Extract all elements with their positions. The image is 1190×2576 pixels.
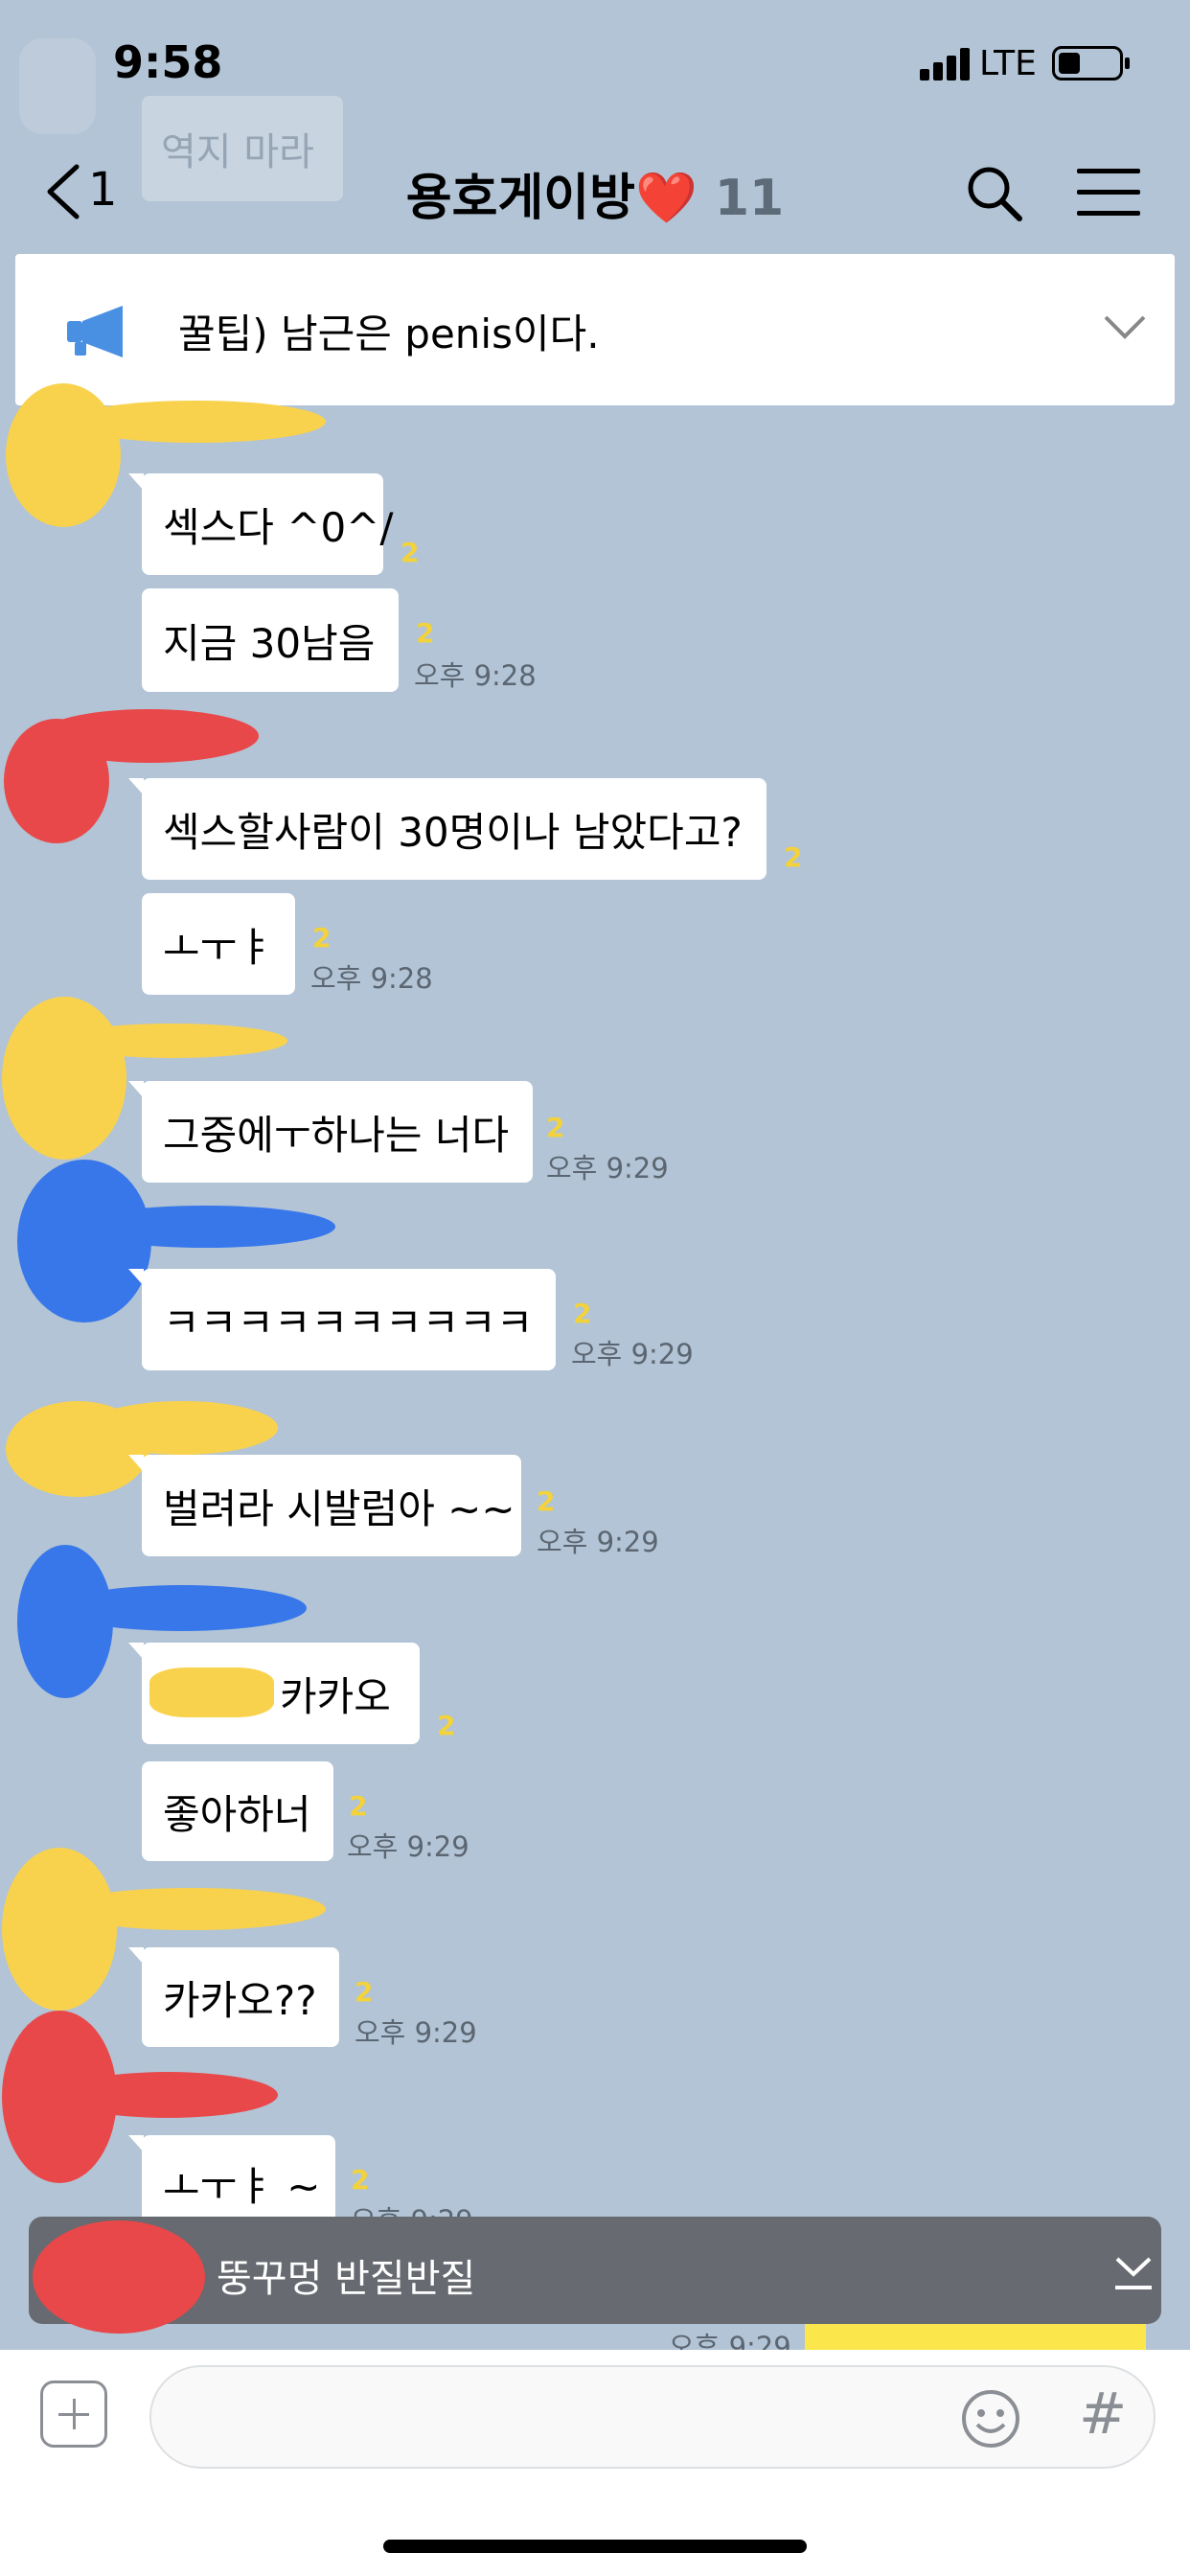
scribbled-text (149, 1668, 274, 1717)
message-bubble[interactable]: 좋아하너 (142, 1761, 333, 1861)
scribbled-avatar (2, 997, 126, 1160)
message-bubble[interactable]: 섹스다 ^0^/ (128, 473, 394, 575)
message-time: 오후 9:28 (310, 962, 433, 995)
unread-count: 2 (355, 1976, 374, 2008)
new-message-toast[interactable]: 뚱꾸멍 반질반질 (29, 2217, 1161, 2334)
unread-count: 2 (416, 617, 435, 649)
scroll-down-icon[interactable] (1111, 2251, 1156, 2293)
toast-text: 뚱꾸멍 반질반질 (217, 2257, 476, 2301)
scribbled-name (86, 1401, 278, 1455)
scribbled-name (57, 1585, 307, 1631)
signal-icon (920, 48, 972, 80)
message-bubble[interactable]: 섹스할사람이 30명이나 남았다고? (128, 778, 767, 880)
member-count: 11 (714, 170, 785, 227)
scribbled-avatar (6, 383, 121, 527)
emoji-icon[interactable] (960, 2388, 1021, 2450)
hamburger-menu-icon[interactable] (1077, 167, 1140, 218)
message-bubble[interactable]: 벌려라 시발럼아 ~~ (128, 1455, 521, 1556)
unread-count: 2 (546, 1112, 565, 1143)
scribbled-name (67, 401, 326, 443)
message-bubble[interactable]: ㅗㅜㅑ (142, 893, 295, 995)
scribbled-name (38, 709, 259, 763)
unread-count: 2 (349, 1790, 368, 1822)
scribbled-avatar (2, 1848, 117, 2011)
scribbled-name (57, 2072, 278, 2118)
home-indicator (383, 2540, 807, 2553)
message-input[interactable]: # (149, 2365, 1156, 2469)
unread-count: 2 (312, 922, 332, 954)
message-bubble[interactable]: 지금 30남음 (142, 588, 399, 692)
megaphone-icon (67, 306, 123, 357)
chat-header: 1 용호게이방❤️ 11 (0, 144, 1190, 240)
battery-icon (1052, 46, 1130, 80)
message-bubble[interactable]: 카카오?? (128, 1947, 339, 2047)
scribbled-avatar (33, 2220, 205, 2334)
unread-count: 2 (400, 537, 420, 568)
message-time: 오후 9:29 (571, 1338, 694, 1370)
scribbled-name (57, 1024, 287, 1058)
avatar (19, 38, 96, 134)
status-time: 9:58 (113, 36, 223, 88)
message-time: 오후 9:29 (546, 1152, 669, 1184)
unread-count: 2 (784, 841, 803, 873)
notice-banner[interactable]: 꿀팁) 남근은 penis이다. (15, 254, 1175, 405)
room-name: 용호게이방 (405, 170, 635, 227)
message-time: 오후 9:29 (355, 2016, 477, 2049)
unread-count: 2 (437, 1710, 456, 1741)
unread-count: 2 (537, 1485, 556, 1517)
unread-count: 2 (351, 2164, 370, 2196)
scribbled-name (77, 1206, 335, 1248)
heart-icon: ❤️ (634, 170, 698, 227)
input-bar: # (0, 2350, 1190, 2576)
add-attachment-button[interactable] (40, 2380, 107, 2448)
message-time: 오후 9:28 (414, 659, 537, 692)
message-bubble[interactable]: 그중에ㅜ하나는 너다 (128, 1081, 533, 1183)
hashtag-icon[interactable]: # (1079, 2380, 1127, 2448)
scribbled-name (57, 1888, 326, 1930)
unread-count: 2 (573, 1298, 592, 1329)
carrier-label: LTE (979, 44, 1037, 83)
chevron-down-icon[interactable] (1102, 313, 1148, 342)
search-icon[interactable] (964, 163, 1023, 222)
message-time: 오후 9:29 (347, 1830, 469, 1863)
message-time: 오후 9:29 (537, 1526, 659, 1558)
notice-text: 꿀팁) 남근은 penis이다. (178, 310, 600, 357)
message-bubble[interactable]: ㅋㅋㅋㅋㅋㅋㅋㅋㅋㅋ (128, 1269, 556, 1370)
